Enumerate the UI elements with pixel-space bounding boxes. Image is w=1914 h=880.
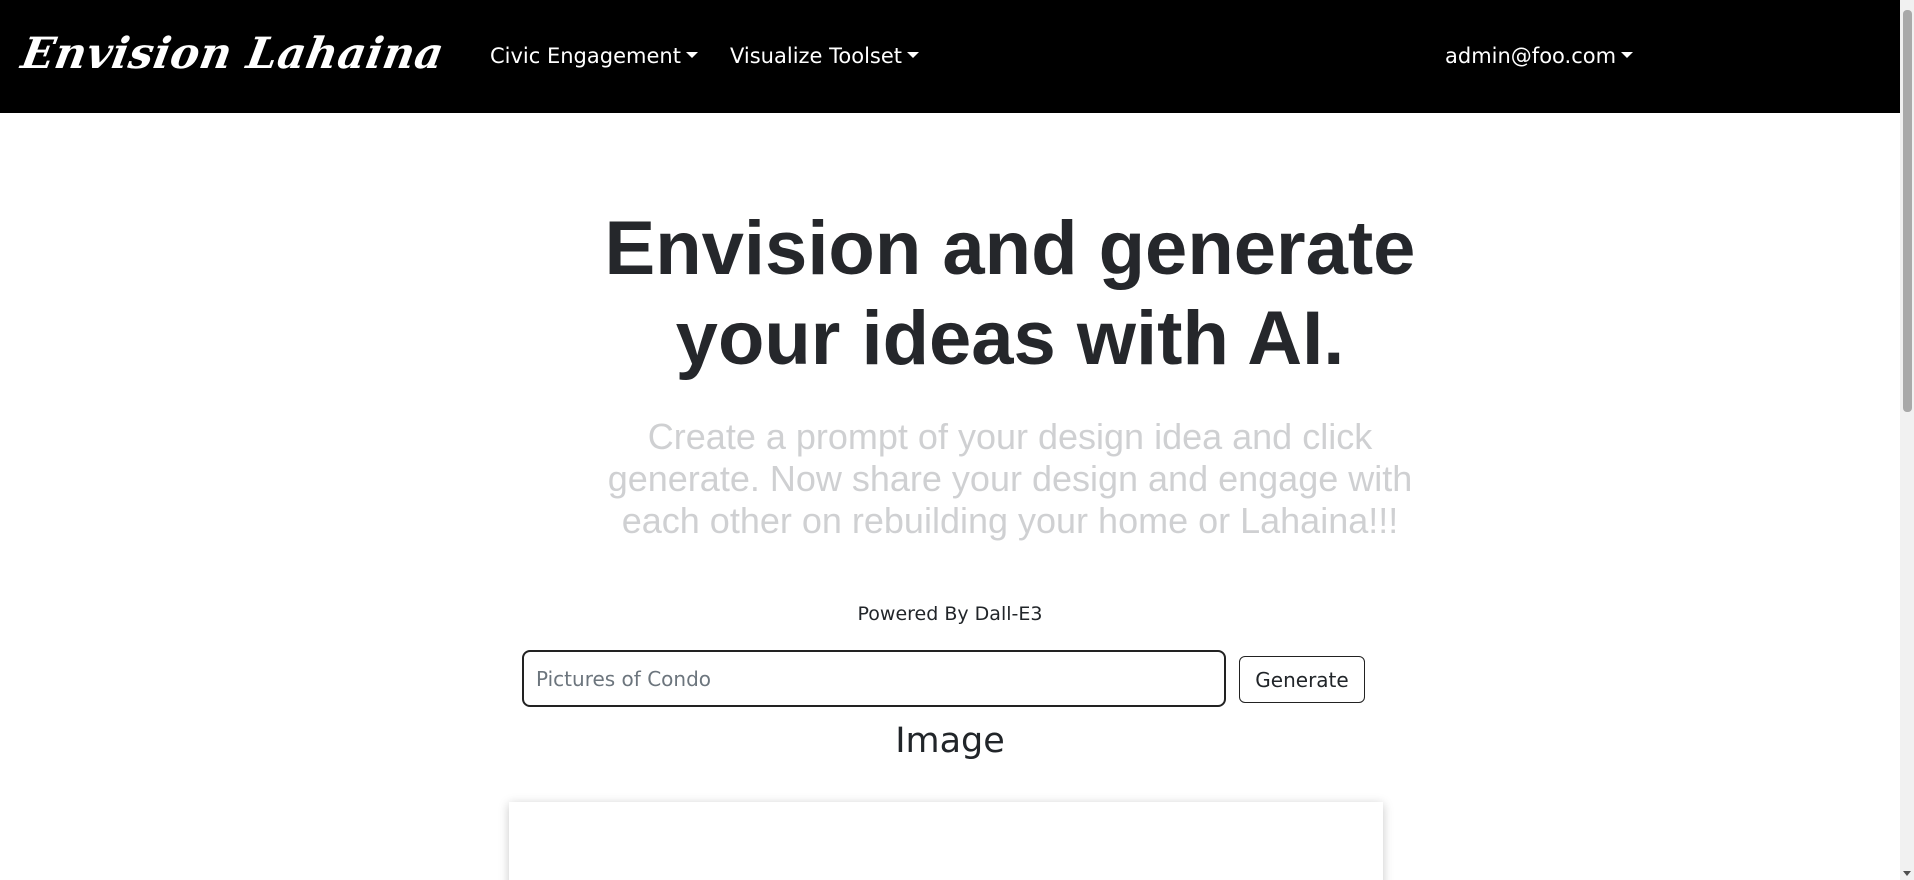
scrollbar-thumb[interactable]	[1903, 10, 1912, 412]
generated-image-card	[509, 802, 1383, 880]
hero-subtitle-line-2: generate. Now share your design and enga…	[607, 458, 1413, 499]
page-scrollbar[interactable]	[1900, 0, 1914, 880]
generate-button[interactable]: Generate	[1239, 656, 1365, 703]
hero-title-line-1: Envision and generate	[604, 206, 1416, 291]
hero-subtitle-line-3: each other on rebuilding your home or La…	[621, 500, 1399, 541]
hero-title: Envision and generate your ideas with AI…	[460, 204, 1560, 384]
user-account-dropdown[interactable]: admin@foo.com	[1445, 42, 1634, 70]
powered-by-label: Powered By Dall-E3	[857, 603, 1043, 625]
civic-engagement-dropdown[interactable]: Civic Engagement	[490, 42, 698, 70]
hero-subtitle-line-1: Create a prompt of your design idea and …	[647, 416, 1373, 457]
caret-down-icon	[685, 52, 698, 58]
hero-subtitle: Create a prompt of your design idea and …	[540, 416, 1480, 542]
scroll-down-arrow-icon[interactable]	[1903, 871, 1911, 876]
top-navbar: Envision Lahaina Civic Engagement Visual…	[0, 0, 1900, 113]
user-email-label: admin@foo.com	[1445, 44, 1617, 68]
visualize-toolset-dropdown[interactable]: Visualize Toolset	[730, 42, 920, 70]
hero-title-line-2: your ideas with AI.	[675, 296, 1345, 381]
civic-engagement-label: Civic Engagement	[490, 44, 681, 68]
page: Envision Lahaina Civic Engagement Visual…	[0, 0, 1914, 880]
prompt-input[interactable]	[522, 650, 1226, 707]
caret-down-icon	[1621, 52, 1634, 58]
image-heading: Image	[895, 721, 1005, 761]
caret-down-icon	[907, 52, 920, 58]
brand-logo[interactable]: Envision Lahaina	[17, 26, 448, 82]
visualize-toolset-label: Visualize Toolset	[730, 44, 903, 68]
